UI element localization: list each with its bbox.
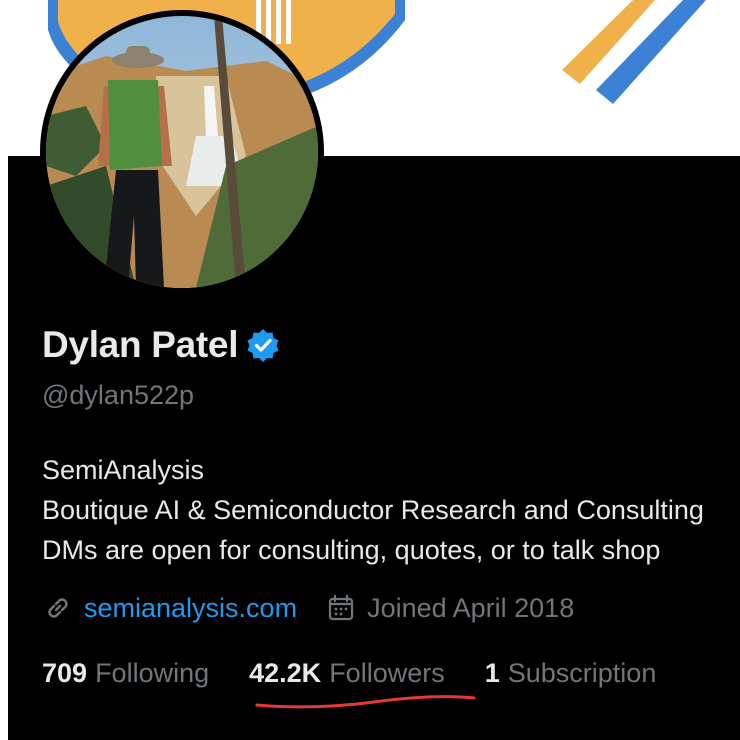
subscriptions-label: Subscription xyxy=(507,658,657,688)
bio-line: SemiAnalysis xyxy=(42,455,205,485)
bio-line: DMs are open for consulting, quotes, or … xyxy=(42,535,661,565)
subscriptions-stat[interactable]: 1 Subscription xyxy=(485,658,657,689)
following-label: Following xyxy=(95,658,210,688)
profile-meta: semianalysis.com Joined April 2018 xyxy=(42,592,574,624)
verified-badge-icon[interactable] xyxy=(246,328,280,362)
profile-handle: @dylan522p xyxy=(42,380,195,410)
profile-bio: SemiAnalysis Boutique AI & Semiconductor… xyxy=(42,450,740,570)
website-link[interactable]: semianalysis.com xyxy=(84,593,297,624)
annotation-underline xyxy=(255,695,476,709)
avatar[interactable] xyxy=(46,16,318,288)
subscriptions-count: 1 xyxy=(484,658,500,688)
following-stat[interactable]: 709 Following xyxy=(42,658,209,689)
joined-label: Joined April 2018 xyxy=(367,592,575,623)
bio-line: Boutique AI & Semiconductor Research and… xyxy=(42,495,704,525)
following-count: 709 xyxy=(42,658,88,688)
followers-count: 42.2K xyxy=(249,658,322,688)
profile-name-row: Dylan Patel xyxy=(42,324,280,366)
avatar-frame xyxy=(40,10,324,294)
joined-date: Joined April 2018 xyxy=(325,592,574,624)
avatar-photo xyxy=(46,16,318,288)
calendar-icon xyxy=(325,592,357,624)
link-icon xyxy=(42,592,74,624)
profile-stats: 709 Following 42.2K Followers 1 Subscrip… xyxy=(42,658,656,689)
followers-stat[interactable]: 42.2K Followers xyxy=(249,658,445,689)
left-edge xyxy=(0,0,8,740)
profile-name: Dylan Patel xyxy=(42,324,239,365)
followers-label: Followers xyxy=(329,658,445,688)
